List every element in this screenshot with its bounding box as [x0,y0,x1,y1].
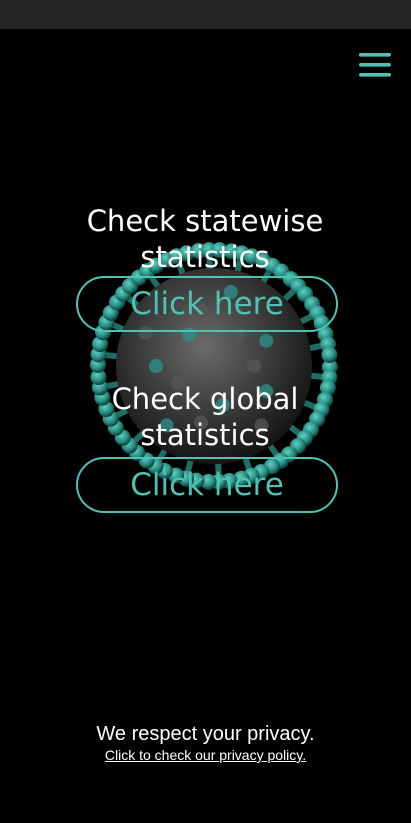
global-click-button[interactable]: Click here [76,457,338,513]
statewise-click-button[interactable]: Click here [76,276,338,332]
hamburger-menu-icon [359,53,391,77]
global-title: Check global statistics [111,382,299,452]
statewise-title: Check statewise statistics [86,204,324,274]
privacy-text: We respect your privacy. [96,723,315,745]
menu-button[interactable] [357,51,393,79]
privacy-policy-link[interactable]: Click to check our privacy policy. [0,746,411,764]
status-bar [0,0,411,29]
